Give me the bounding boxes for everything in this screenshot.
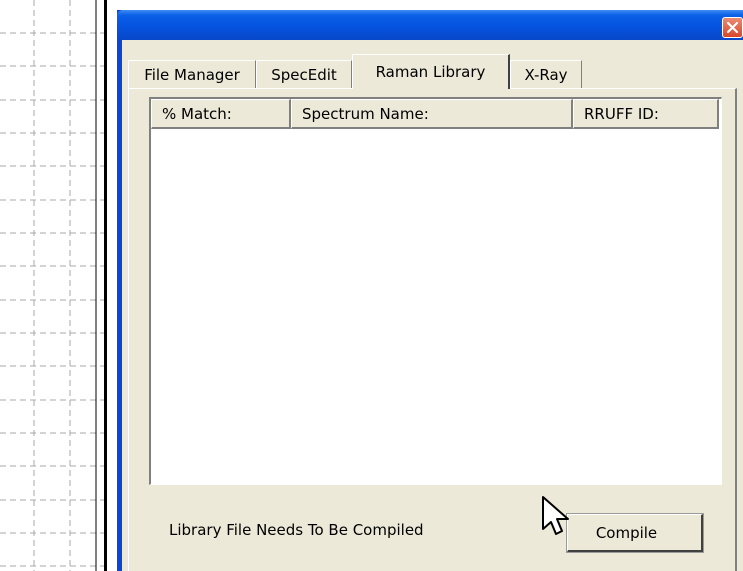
tab-label: SpecEdit	[271, 65, 337, 84]
tab-x-ray[interactable]: X-Ray	[510, 60, 582, 88]
dialog-window: File Manager SpecEdit Raman Library X-Ra…	[117, 10, 743, 571]
compile-button[interactable]: Compile	[566, 513, 704, 553]
column-header-label: % Match:	[162, 104, 232, 123]
gap	[107, 0, 117, 571]
title-bar[interactable]	[117, 10, 743, 40]
tab-panel-raman-library: % Match: Spectrum Name: RRUFF ID: Librar…	[128, 88, 737, 571]
column-header-label: RRUFF ID:	[584, 104, 659, 123]
close-icon	[726, 21, 739, 34]
mouse-pointer-icon	[542, 496, 569, 535]
close-button[interactable]	[722, 17, 743, 38]
column-header-rruff-id[interactable]: RRUFF ID:	[573, 99, 719, 129]
tab-file-manager[interactable]: File Manager	[128, 60, 256, 88]
tab-specedit[interactable]: SpecEdit	[256, 60, 352, 88]
tab-label: File Manager	[144, 65, 240, 84]
column-header-spectrum-name[interactable]: Spectrum Name:	[291, 99, 573, 129]
column-header-label: Spectrum Name:	[302, 104, 429, 123]
tab-label: X-Ray	[524, 65, 568, 84]
plot-grid-area	[0, 0, 104, 571]
list-header: % Match: Spectrum Name: RRUFF ID:	[151, 99, 721, 129]
grid-lines	[0, 0, 104, 571]
results-list[interactable]: % Match: Spectrum Name: RRUFF ID:	[149, 97, 722, 485]
status-text: Library File Needs To Be Compiled	[169, 521, 424, 539]
column-header-match[interactable]: % Match:	[151, 99, 291, 129]
tab-raman-library[interactable]: Raman Library	[352, 54, 510, 89]
tab-label: Raman Library	[375, 63, 486, 81]
